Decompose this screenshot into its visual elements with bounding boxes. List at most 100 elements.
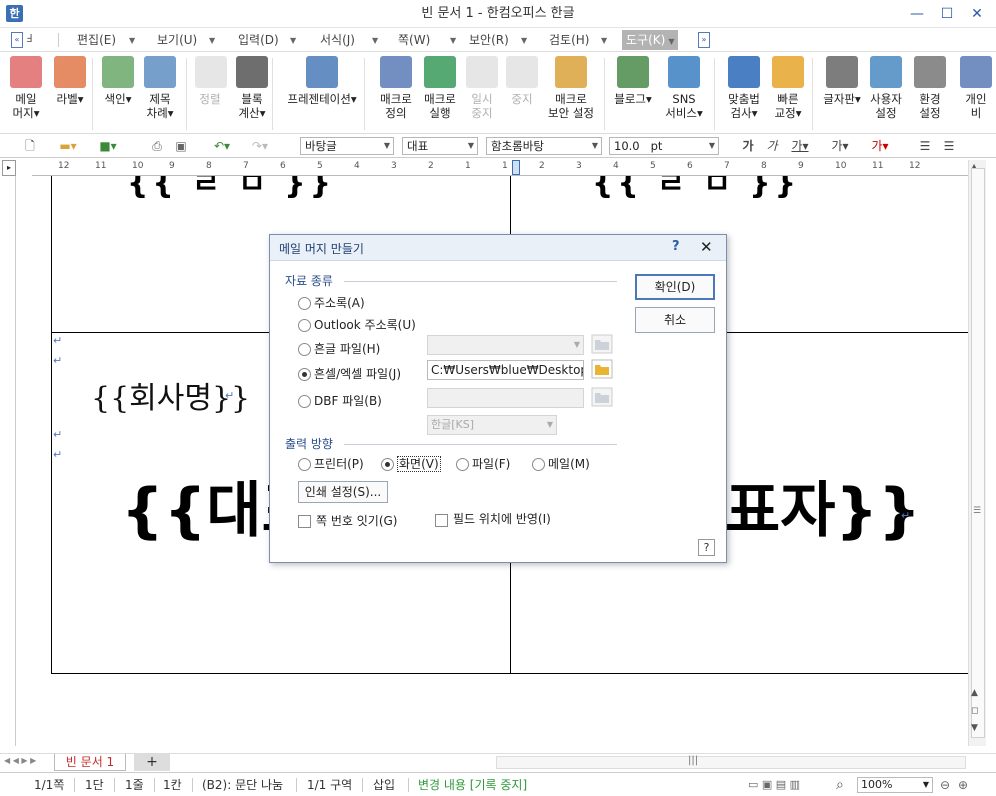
menu-item-0[interactable]: 편집(E) [77,30,116,50]
menu-dropdown-icon[interactable]: ▼ [372,36,378,45]
italic-icon[interactable]: 가 [764,137,780,155]
status-track-changes[interactable]: 변경 내용 [기록 중지] [418,777,527,793]
underline-icon[interactable]: 가▾ [788,137,812,155]
ribbon-button-17[interactable]: 사용자 설정 [866,56,906,120]
add-tab-button[interactable]: + [134,754,170,771]
ribbon-button-7[interactable]: 매크로 정의 [376,56,416,120]
ribbon-button-5[interactable]: 블록 계산▾ [232,56,272,120]
zoom-select[interactable]: 100% ▼ [857,777,933,793]
tab-document[interactable]: 빈 문서 1 [54,754,126,771]
output-radio-3[interactable] [532,458,545,471]
menu-item-4[interactable]: 쪽(W) [398,30,430,50]
ribbon-button-18[interactable]: 환경 설정 [910,56,950,120]
ribbon-button-14[interactable]: 맞춤법 검사▾ [724,56,764,120]
data-type-radio-1[interactable] [298,319,311,332]
menu-dropdown-icon[interactable]: ▼ [521,36,527,45]
view-mode-icons[interactable]: ▭ ▣ ▤ ▥ [748,777,800,793]
prev-page-icon[interactable]: ▲ [971,688,978,698]
field-representative-right[interactable]: 표자}} [725,462,921,549]
data-type-radio-3[interactable] [298,368,311,381]
ribbon-button-1[interactable]: 라벨▾ [52,56,88,106]
align-left-icon[interactable]: ☰ [940,137,958,155]
ruler-corner-icon[interactable]: ▸ [2,160,16,176]
menu-forward-icon[interactable]: » [698,32,710,48]
menu-dropdown-icon[interactable]: ▼ [290,36,296,45]
ribbon-button-2[interactable]: 색인▾ [100,56,136,106]
status-insert-mode[interactable]: 삽입 [373,777,395,793]
menu-tools[interactable]: 도구(K) ▼ [622,30,679,50]
vertical-scrollbar[interactable]: ▲ ☰ ▲ ◻ ▼ [968,160,986,746]
menu-back-icon[interactable]: « [11,32,23,48]
scroll-thumb[interactable] [971,168,985,738]
dialog-close-icon[interactable]: ✕ [700,238,713,256]
menu-dropdown-icon[interactable]: ▼ [450,36,456,45]
close-window-button[interactable]: ✕ [962,0,992,28]
ribbon-icon-10 [506,56,538,88]
menu-item-5[interactable]: 보안(R) [469,30,509,50]
ribbon-button-6[interactable]: 프레젠테이션▾ [284,56,360,106]
bold-icon[interactable]: 가 [740,137,756,155]
page-icon[interactable]: ◻ [971,706,978,716]
menu-file-icon[interactable]: Ⅎ [26,32,38,48]
print-settings-button[interactable]: 인쇄 설정(S)... [298,481,388,503]
language-select[interactable]: 대표 ▼ [402,137,478,155]
ribbon-button-12[interactable]: 블로그▾ [612,56,654,106]
output-radio-1[interactable] [381,458,394,471]
strikethrough-icon[interactable]: 가▾ [826,137,854,155]
ribbon-button-3[interactable]: 제목 차례▾ [140,56,180,120]
data-type-radio-4[interactable] [298,395,311,408]
output-radio-0[interactable] [298,458,311,471]
menu-item-3[interactable]: 서식(J) [320,30,355,50]
horizontal-scrollbar[interactable] [496,756,966,769]
ribbon-button-16[interactable]: 글자판▾ [822,56,862,106]
menu-item-6[interactable]: 검토(H) [549,30,589,50]
dialog-corner-help-icon[interactable]: ? [698,539,715,556]
new-doc-icon[interactable]: 🗋 [20,137,40,155]
redo-icon[interactable]: ↷▾ [246,137,274,155]
ruler-indent-marker[interactable] [512,160,520,175]
menu-bar: « Ⅎ 도구(K)▼ » mp3 ▼ ︿ ? ✕ 편집(E)▼보기(U)▼입력(… [0,28,996,75]
ribbon-button-0[interactable]: 메일 머지▾ [8,56,44,120]
zoom-in-icon[interactable]: ⊕ [958,777,968,793]
ribbon-button-11[interactable]: 매크로 보안 설정 [542,56,600,120]
maximize-button[interactable]: ☐ [932,0,962,28]
zoom-out-icon[interactable]: ⊖ [940,777,950,793]
dialog-help-icon[interactable]: ? [672,239,680,254]
reflect-fields-checkbox[interactable] [435,514,448,527]
menu-dropdown-icon[interactable]: ▼ [129,36,135,45]
menu-item-1[interactable]: 보기(U) [157,30,197,50]
ribbon-icon-15 [772,56,804,88]
preview-icon[interactable]: ▣ [172,137,190,155]
excel-file-path-input[interactable]: C:₩Users₩blue₩Desktop₩ [427,360,584,380]
save-icon[interactable]: ■▾ [95,137,121,155]
ribbon-button-13[interactable]: SNS 서비스▾ [660,56,708,120]
ok-button[interactable]: 확인(D) [635,274,715,300]
font-color-icon[interactable]: 가▾ [866,137,894,155]
menu-dropdown-icon[interactable]: ▼ [209,36,215,45]
data-type-radio-label: DBF 파일(B) [314,394,382,408]
data-type-radio-2[interactable] [298,343,311,356]
output-radio-2[interactable] [456,458,469,471]
minimize-button[interactable]: — [902,0,932,28]
ribbon-button-19[interactable]: 개인 비 [958,56,994,120]
zoom-icon[interactable]: ⌕ [836,777,844,793]
next-page-icon[interactable]: ▼ [971,723,978,733]
app-icon[interactable]: 한 [6,5,23,22]
menu-item-2[interactable]: 입력(D) [238,30,279,50]
font-size-input[interactable]: 10.0 pt ▼ [609,137,719,155]
excel-folder-icon[interactable] [591,359,613,379]
open-folder-icon[interactable]: ▬▾ [55,137,81,155]
data-type-radio-0[interactable] [298,297,311,310]
ruler-tick: 11 [872,161,884,171]
print-icon[interactable]: ⎙ [148,137,166,155]
menu-dropdown-icon[interactable]: ▼ [601,36,607,45]
font-select[interactable]: 함초롬바탕 ▼ [486,137,602,155]
ribbon-button-8[interactable]: 매크로 실행 [420,56,460,120]
ribbon-button-15[interactable]: 빠른 교정▾ [768,56,808,120]
align-justify-icon[interactable]: ☰ [916,137,934,155]
undo-icon[interactable]: ↶▾ [208,137,236,155]
cancel-button[interactable]: 취소 [635,307,715,333]
continue-page-checkbox[interactable] [298,515,311,528]
style-select[interactable]: 바탕글 ▼ [300,137,394,155]
ribbon-icon-19 [960,56,992,88]
